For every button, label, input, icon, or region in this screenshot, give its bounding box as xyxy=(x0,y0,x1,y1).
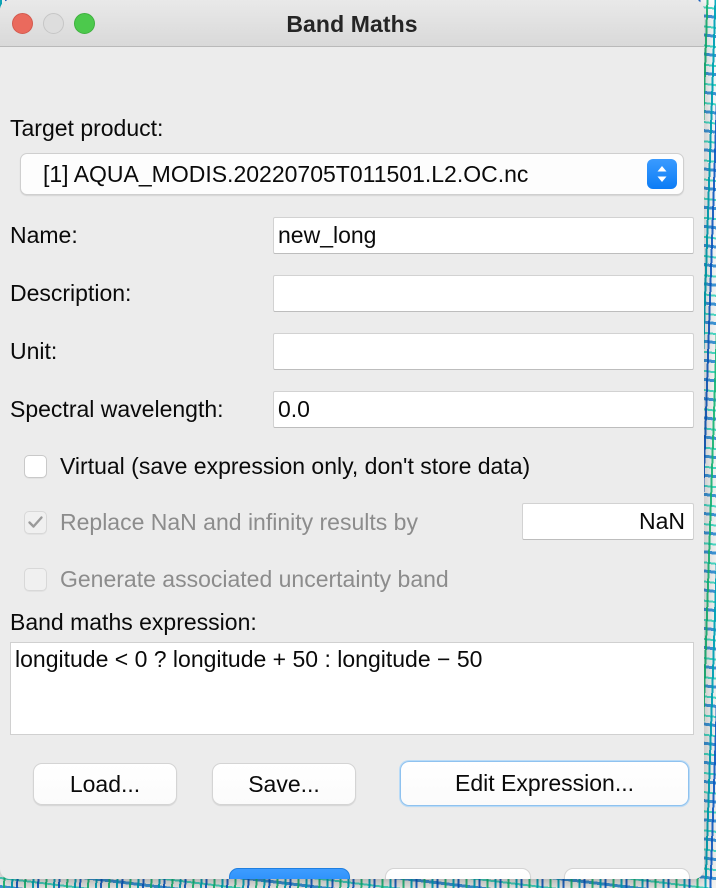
ok-button[interactable]: OK xyxy=(229,868,350,879)
description-label: Description: xyxy=(10,280,132,306)
uncertainty-checkbox-label: Generate associated uncertainty band xyxy=(60,566,449,592)
virtual-checkbox[interactable] xyxy=(24,455,47,478)
name-label: Name: xyxy=(10,222,78,248)
replace-nan-checkbox[interactable] xyxy=(24,511,47,534)
target-product-value: [1] AQUA_MODIS.20220705T011501.L2.OC.nc xyxy=(43,160,529,187)
window-titlebar: Band Maths xyxy=(0,0,704,47)
help-button[interactable]: Help xyxy=(564,868,690,879)
window-title: Band Maths xyxy=(286,11,418,37)
description-input[interactable] xyxy=(273,275,694,312)
band-maths-dialog: Band Maths Target product: [1] AQUA_MODI… xyxy=(0,0,704,879)
spectral-wavelength-label: Spectral wavelength: xyxy=(10,396,224,422)
expression-label: Band maths expression: xyxy=(10,609,257,635)
unit-label: Unit: xyxy=(10,338,58,364)
load-button[interactable]: Load... xyxy=(33,763,177,805)
target-product-label: Target product: xyxy=(10,115,164,141)
replace-nan-value-input[interactable]: NaN xyxy=(522,503,694,540)
edit-expression-button[interactable]: Edit Expression... xyxy=(400,761,689,806)
save-button[interactable]: Save... xyxy=(212,763,356,805)
virtual-checkbox-row[interactable]: Virtual (save expression only, don't sto… xyxy=(24,453,530,480)
uncertainty-checkbox-row[interactable]: Generate associated uncertainty band xyxy=(24,566,449,593)
unit-input[interactable] xyxy=(273,333,694,370)
name-input[interactable]: new_long xyxy=(273,217,694,254)
target-product-combobox[interactable]: [1] AQUA_MODIS.20220705T011501.L2.OC.nc xyxy=(20,153,684,195)
expression-textarea[interactable]: longitude < 0 ? longitude + 50 : longitu… xyxy=(10,642,694,735)
virtual-checkbox-label: Virtual (save expression only, don't sto… xyxy=(60,453,531,479)
cancel-button[interactable]: Cancel xyxy=(385,868,531,879)
replace-nan-checkbox-row[interactable]: Replace NaN and infinity results by xyxy=(24,509,418,536)
chevron-up-down-icon[interactable] xyxy=(647,159,677,189)
replace-nan-checkbox-label: Replace NaN and infinity results by xyxy=(60,509,418,535)
spectral-wavelength-input[interactable]: 0.0 xyxy=(273,391,694,428)
uncertainty-checkbox[interactable] xyxy=(24,568,47,591)
